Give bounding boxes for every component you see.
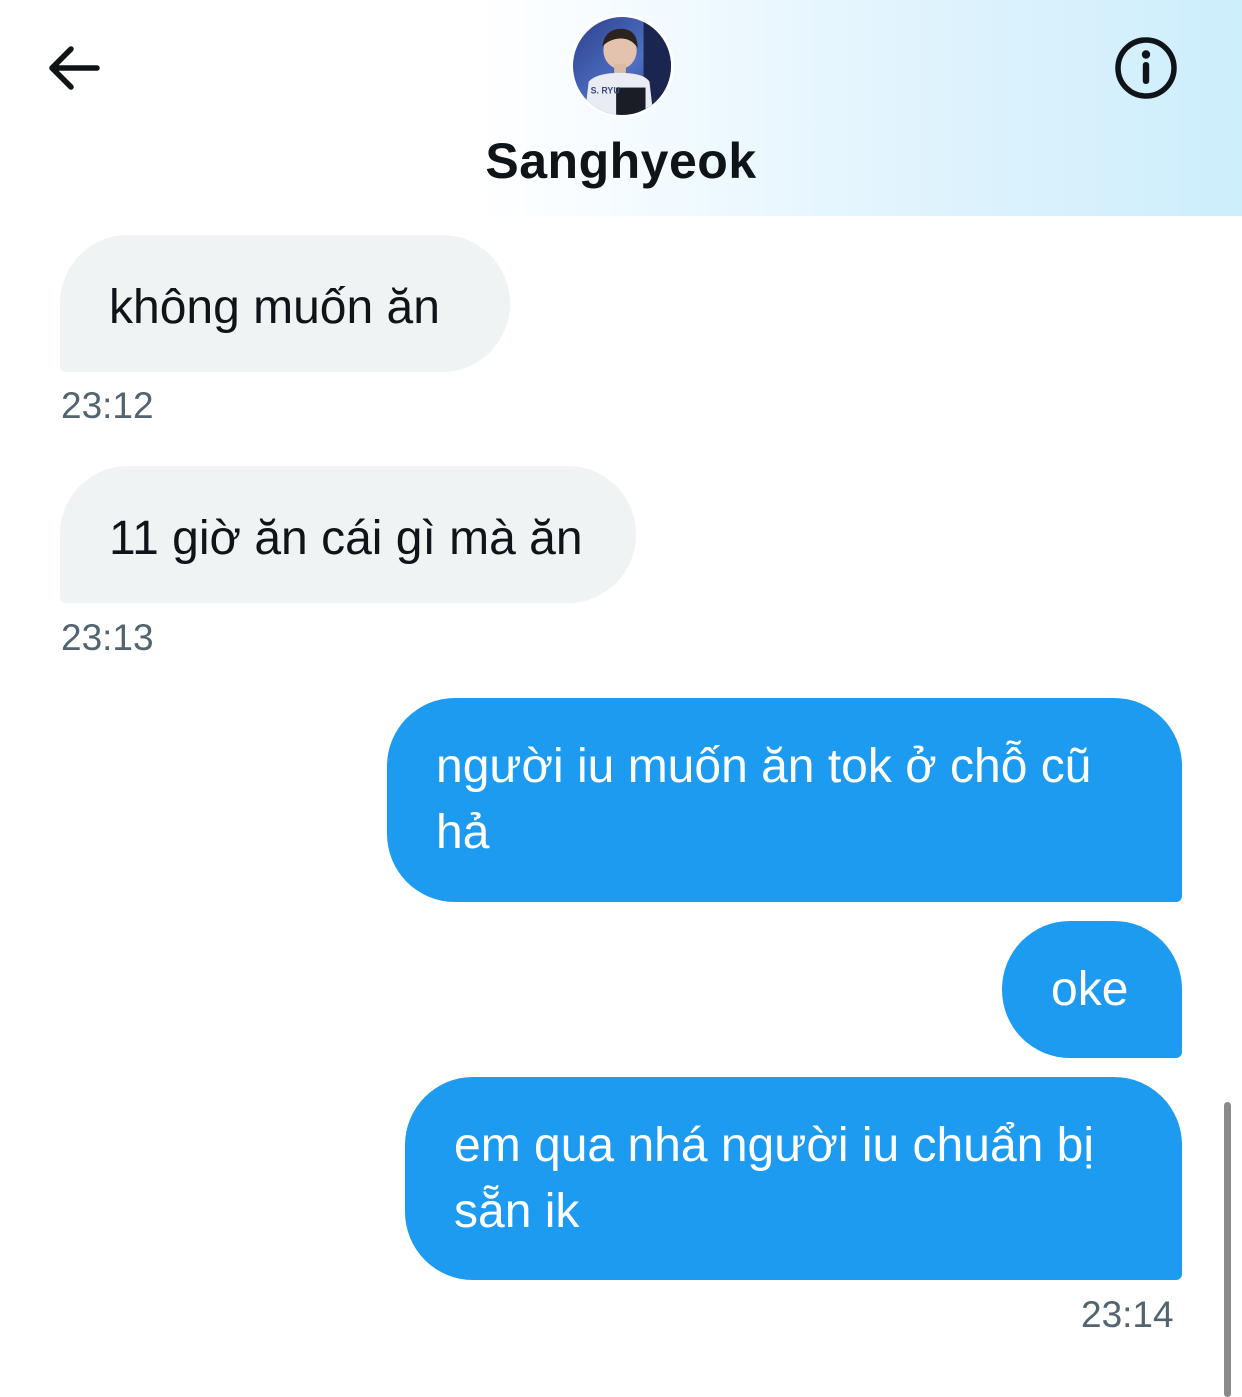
avatar-jersey-text: S. RYU [591,85,620,95]
message-timestamp: 23:13 [61,617,154,658]
conversation-info-button[interactable] [1110,32,1182,104]
message-text: 11 giờ ăn cái gì mà ăn [109,512,583,565]
dm-conversation-screen: S. RYU Sanghyeok không muốn ăn 23:12 11 … [0,0,1242,1397]
avatar-photo: S. RYU [573,17,671,115]
message-text: không muốn ăn [109,281,440,334]
message-bubble-incoming[interactable]: không muốn ăn [60,235,510,372]
message-timestamp: 23:12 [61,385,154,426]
message-text: oke [1051,963,1129,1016]
scrollbar[interactable] [1224,1102,1231,1397]
message-bubble-outgoing[interactable]: oke [1002,921,1182,1058]
message-bubble-outgoing[interactable]: người iu muốn ăn tok ở chỗ cũ hả [387,698,1182,902]
message-bubble-incoming[interactable]: 11 giờ ăn cái gì mà ăn [60,466,636,603]
contact-name[interactable]: Sanghyeok [0,132,1242,190]
message-bubble-outgoing[interactable]: em qua nhá người iu chuẩn bị sẵn ik [405,1077,1182,1280]
arrow-left-icon [49,46,100,90]
info-circle-icon [1115,37,1177,99]
message-text: người iu muốn ăn tok ở chỗ cũ hả [436,740,1092,859]
avatar[interactable]: S. RYU [570,14,674,118]
message-text: em qua nhá người iu chuẩn bị sẵn ik [454,1119,1095,1238]
back-button[interactable] [40,34,106,100]
message-timestamp: 23:14 [1081,1294,1174,1335]
conversation-header: S. RYU Sanghyeok [0,0,1242,216]
